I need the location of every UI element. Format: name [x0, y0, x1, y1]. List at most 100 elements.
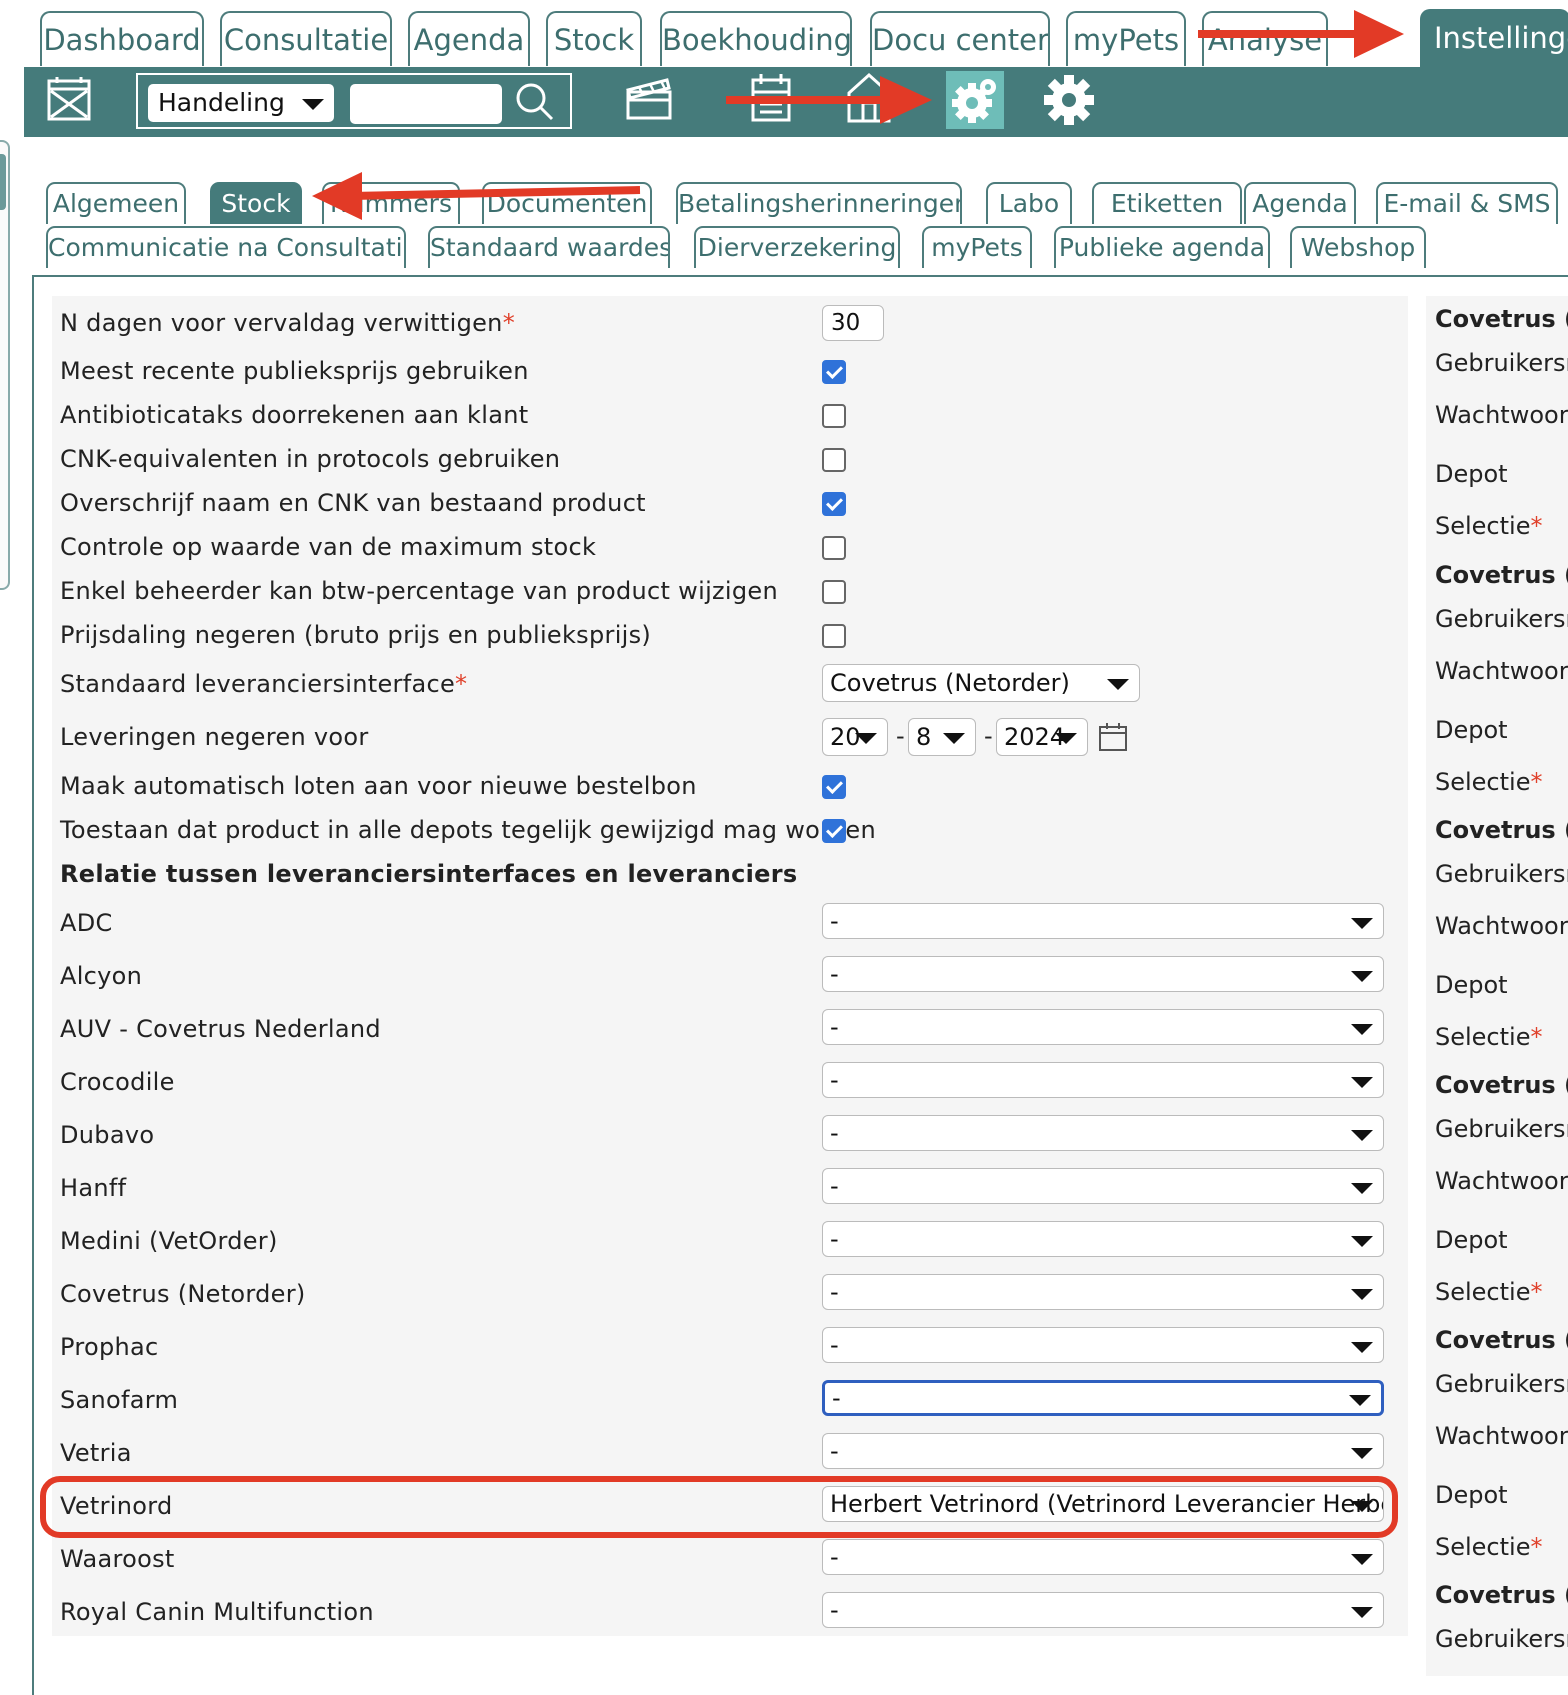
side-panel-handle[interactable]: [0, 154, 6, 210]
checkbox-2[interactable]: [822, 448, 846, 472]
sub-tab-publieke-agenda[interactable]: Publieke agenda: [1054, 226, 1270, 268]
search-type-select[interactable]: Handeling: [148, 84, 334, 122]
sub-tab-stock[interactable]: Stock: [210, 182, 302, 224]
sub-tab-dierverzekering[interactable]: Dierverzekering: [694, 226, 900, 268]
supplier-select-13[interactable]: -: [822, 1592, 1384, 1628]
supplier-select-6[interactable]: -: [822, 1221, 1384, 1257]
top-tab-consultatie[interactable]: Consultatie: [220, 11, 392, 66]
gear-icon[interactable]: [1042, 73, 1096, 127]
interface-field-label: Depot: [1435, 1481, 1508, 1509]
sub-tab-algemeen[interactable]: Algemeen: [46, 182, 186, 224]
sub-tab-labo[interactable]: Labo: [986, 182, 1072, 224]
standaard-interface-select[interactable]: Covetrus (Netorder): [822, 664, 1140, 702]
supplier-select-8[interactable]: -: [822, 1327, 1384, 1363]
interface-field-label: Depot: [1435, 1226, 1508, 1254]
interface-field-label: Selectie*: [1435, 1023, 1542, 1051]
sub-tab-webshop[interactable]: Webshop: [1290, 226, 1426, 268]
interface-field-text: Selectie: [1435, 1533, 1531, 1561]
supplier-select-1[interactable]: -: [822, 956, 1384, 992]
interface-field-label: Covetrus (N: [1435, 1071, 1568, 1099]
clapperboard-icon[interactable]: [624, 73, 674, 123]
interface-field-label: Gebruikersn: [1435, 1625, 1568, 1653]
supplier-select-9[interactable]: -: [822, 1380, 1384, 1416]
label-checkbox-4-text: Controle op waarde van de maximum stock: [60, 533, 597, 561]
sub-tab-communicatie-na-consultatie[interactable]: Communicatie na Consultatie: [46, 226, 406, 268]
sub-tab-betalingsherinneringen[interactable]: Betalingsherinneringen: [676, 182, 962, 224]
checkbox-5[interactable]: [822, 580, 846, 604]
date-year-select[interactable]: 2024: [996, 718, 1088, 756]
gears-icon[interactable]: [948, 73, 1002, 127]
supplier-label-1-text: Alcyon: [60, 962, 143, 990]
supplier-label-8-text: Prophac: [60, 1333, 159, 1361]
interface-field-text: Depot: [1435, 460, 1508, 488]
supplier-select-value: -: [830, 960, 839, 988]
required-marker: *: [1530, 1278, 1543, 1306]
side-panel-toggle[interactable]: [0, 140, 10, 590]
checkbox2-1[interactable]: [822, 819, 846, 843]
supplier-select-4[interactable]: -: [822, 1115, 1384, 1151]
calendar-list-icon[interactable]: [748, 71, 794, 123]
chevron-down-icon: [302, 99, 324, 110]
label-checkbox-6: Prijsdaling negeren (bruto prijs en publ…: [60, 621, 651, 649]
label-checkbox-2-text: CNK-equivalenten in protocols gebruiken: [60, 445, 561, 473]
sub-tab-mypets[interactable]: myPets: [922, 226, 1032, 268]
date-day-select[interactable]: 20: [822, 718, 888, 756]
supplier-select-2[interactable]: -: [822, 1009, 1384, 1045]
supplier-select-5[interactable]: -: [822, 1168, 1384, 1204]
interface-field-text: Covetrus (N: [1435, 561, 1568, 589]
interface-field-label: Gebruikersn: [1435, 860, 1568, 888]
search-icon[interactable]: [512, 79, 558, 125]
top-tab-docu-center[interactable]: Docu center: [870, 11, 1050, 66]
house-icon[interactable]: [844, 69, 894, 125]
top-tab-stock[interactable]: Stock: [546, 11, 642, 66]
interface-field-label: Wachtwoord: [1435, 1167, 1568, 1195]
sub-tab-standaard-waardes[interactable]: Standaard waardes: [428, 226, 670, 268]
top-tab-mypets[interactable]: myPets: [1066, 11, 1186, 66]
interface-field-label: Covetrus (N: [1435, 816, 1568, 844]
checkbox-0[interactable]: [822, 360, 846, 384]
supplier-select-0[interactable]: -: [822, 903, 1384, 939]
sub-tab-agenda[interactable]: Agenda: [1244, 182, 1356, 224]
checkbox-1[interactable]: [822, 404, 846, 428]
interface-field-text: Gebruikersn: [1435, 605, 1568, 633]
interface-field-text: Gebruikersn: [1435, 1370, 1568, 1398]
calendar-icon[interactable]: [1098, 722, 1128, 756]
checkbox-3[interactable]: [822, 492, 846, 516]
supplier-select-7[interactable]: -: [822, 1274, 1384, 1310]
supplier-select-value: -: [830, 1278, 839, 1306]
checkbox-4[interactable]: [822, 536, 846, 560]
interface-field-text: Covetrus (N: [1435, 1071, 1568, 1099]
main-tab-bar: Dashboard Consultatie Agenda Stock Boekhoudi…: [0, 0, 1568, 69]
supplier-select-value: -: [830, 1013, 839, 1041]
date-separator: -: [984, 722, 993, 750]
interface-field-label: Wachtwoord: [1435, 1422, 1568, 1450]
sub-tab-e-mail-sms[interactable]: E-mail & SMS: [1376, 182, 1558, 224]
top-tab-instellingen[interactable]: Instellingen: [1420, 9, 1568, 69]
sub-tab-nummers[interactable]: Nummers: [322, 182, 460, 224]
date-month-select[interactable]: 8: [908, 718, 976, 756]
supplier-select-12[interactable]: -: [822, 1539, 1384, 1575]
search-input[interactable]: [350, 84, 502, 124]
supplier-label-3-text: Crocodile: [60, 1068, 175, 1096]
top-tab-dashboard[interactable]: Dashboard: [40, 11, 204, 66]
chevron-down-icon: [943, 733, 965, 744]
calendar-cross-icon[interactable]: [46, 73, 92, 123]
supplier-select-3[interactable]: -: [822, 1062, 1384, 1098]
highlight-vetrinord-row: [40, 1476, 1398, 1538]
interface-field-label: Wachtwoord: [1435, 912, 1568, 940]
label-checkbox2-0: Maak automatisch loten aan voor nieuwe b…: [60, 772, 697, 800]
n-dagen-input[interactable]: 30: [822, 305, 884, 341]
supplier-select-value: -: [830, 1066, 839, 1094]
checkbox-6[interactable]: [822, 624, 846, 648]
checkbox2-0[interactable]: [822, 775, 846, 799]
label-standaard-interface: Standaard leveranciersinterface*: [60, 670, 467, 698]
top-tab-agenda[interactable]: Agenda: [408, 11, 530, 66]
top-tab-boekhouding[interactable]: Boekhouding: [660, 11, 852, 66]
supplier-select-value: -: [830, 1437, 839, 1465]
supplier-select-10[interactable]: -: [822, 1433, 1384, 1469]
sub-tab-etiketten[interactable]: Etiketten: [1092, 182, 1242, 224]
required-marker: *: [502, 309, 515, 337]
sub-tab-documenten[interactable]: Documenten: [482, 182, 652, 224]
interface-field-label: Gebruikersn: [1435, 605, 1568, 633]
top-tab-analyse[interactable]: Analyse: [1202, 11, 1328, 66]
